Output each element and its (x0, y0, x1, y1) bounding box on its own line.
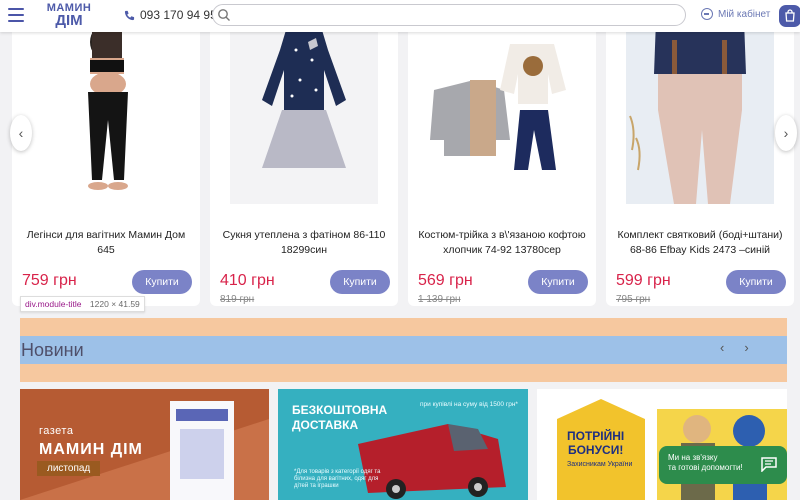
product-image[interactable] (612, 20, 788, 204)
buy-button[interactable]: Купити (330, 270, 390, 294)
banner-title: ПОТРІЙНІ БОНУСИ! (567, 429, 625, 457)
product-name[interactable]: Легінси для вагітних Мамин Дом 645 (20, 228, 192, 258)
banner-note: *Для товарів з категорії одяг та білизна… (294, 469, 381, 489)
buy-button[interactable]: Купити (132, 270, 192, 294)
product-name[interactable]: Комплект святковий (боді+штани) 68-86 Ef… (614, 228, 786, 258)
product-card[interactable]: Сукня утеплена з фатіном 86-110 18299син… (210, 20, 398, 306)
site-header: МАМИН ДІМ 093 170 94 95 Мій кабінет (0, 0, 800, 32)
chat-text-line2: та готові допомогти! (668, 463, 743, 472)
bag-icon (785, 9, 795, 22)
product-old-price: 795 грн (616, 294, 651, 305)
carousel-next-arrow[interactable]: › (775, 115, 797, 151)
product-price: 410 грн (220, 272, 275, 289)
tooltip-tag: div.module-title (25, 299, 82, 309)
phone-link[interactable]: 093 170 94 95 (124, 8, 217, 22)
news-banner-newspaper[interactable]: газета МАМИН ДІМ листопад (20, 389, 269, 500)
logo-text-bottom: ДІМ (55, 12, 83, 29)
product-old-price: 1 139 грн (418, 294, 461, 305)
phone-icon (124, 10, 135, 20)
site-logo[interactable]: МАМИН ДІМ (46, 2, 92, 30)
search-bar[interactable] (212, 4, 686, 26)
product-price: 599 грн (616, 272, 671, 289)
news-prev-icon[interactable]: ‹ (720, 340, 724, 355)
phone-number: 093 170 94 95 (140, 8, 217, 22)
search-icon (218, 9, 230, 21)
banner-label: листопад (37, 461, 101, 476)
cart-button[interactable] (779, 5, 800, 27)
chat-text-line1: Ми на зв'язку (668, 453, 718, 462)
login-icon (701, 8, 713, 20)
buy-button[interactable]: Купити (528, 270, 588, 294)
account-label: Мій кабінет (718, 8, 771, 20)
news-title: Новини (20, 336, 787, 364)
product-card[interactable]: Легінси для вагітних Мамин Дом 645 759 г… (12, 20, 200, 306)
product-name[interactable]: Костюм-трійка з в\'язаною кофтою хлопчик… (416, 228, 588, 258)
product-old-price: 819 грн (220, 294, 255, 305)
banner-text: Захисникам України (567, 461, 633, 468)
chat-icon (761, 457, 777, 472)
product-image[interactable] (216, 20, 392, 204)
product-price: 569 грн (418, 272, 473, 289)
banner-title: МАМИН ДІМ (39, 441, 143, 458)
buy-button[interactable]: Купити (726, 270, 786, 294)
news-banner-delivery[interactable]: БЕЗКОШТОВНА ДОСТАВКА при купівлі на суму … (278, 389, 528, 500)
product-name[interactable]: Сукня утеплена з фатіном 86-110 18299син (218, 228, 390, 258)
product-image[interactable] (414, 20, 590, 204)
banner-text: при купівлі на суму від 1500 грн* (420, 401, 518, 408)
search-input[interactable] (235, 7, 675, 23)
product-card[interactable]: Комплект святковий (боді+штани) 68-86 Ef… (606, 20, 794, 306)
product-card[interactable]: Костюм-трійка з в\'язаною кофтою хлопчик… (408, 20, 596, 306)
product-price: 759 грн (22, 272, 77, 289)
news-next-icon[interactable]: › (744, 340, 748, 355)
carousel-prev-arrow[interactable]: ‹ (10, 115, 32, 151)
account-link[interactable]: Мій кабінет (701, 8, 770, 20)
chat-widget[interactable]: Ми на зв'язку та готові допомогти! (659, 446, 787, 484)
banner-text: газета (39, 425, 74, 437)
tooltip-size: 1220 × 41.59 (89, 299, 140, 309)
menu-icon[interactable] (8, 8, 24, 22)
inspector-tooltip: div.module-title 1220 × 41.59 (20, 296, 145, 312)
news-nav: ‹ › (720, 340, 749, 355)
product-image[interactable] (18, 20, 194, 204)
banner-title: БЕЗКОШТОВНА ДОСТАВКА (292, 403, 388, 432)
